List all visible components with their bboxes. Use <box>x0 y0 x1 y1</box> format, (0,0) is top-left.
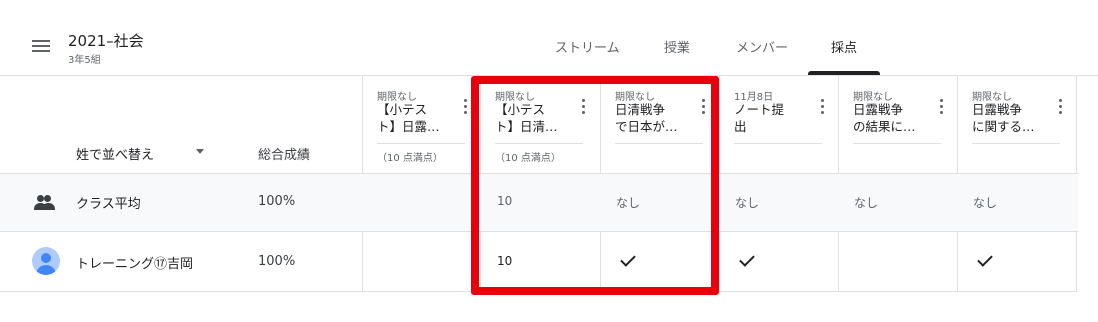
class-average-overall: 100% <box>258 194 296 209</box>
divider <box>972 143 1060 144</box>
class-section: 3年5組 <box>68 55 101 66</box>
tab-people[interactable]: メンバー <box>736 37 788 56</box>
more-vert-icon[interactable] <box>581 98 587 116</box>
sort-by-last-name-label[interactable]: 姓で並べ替え <box>76 144 154 163</box>
assignment-points: （10 点満点） <box>377 153 443 164</box>
active-tab-indicator <box>808 71 880 75</box>
assignment-title[interactable]: 【小テス ト】日露… <box>377 101 455 135</box>
hamburger-menu-icon[interactable] <box>32 38 52 54</box>
tab-stream[interactable]: ストリーム <box>555 37 620 56</box>
student-overall: 100% <box>258 254 296 269</box>
assignment-points: （10 点満点） <box>495 153 561 164</box>
assignment-column-5[interactable]: 期限なし 日露戦争 の結果に… <box>839 76 957 174</box>
people-icon <box>34 194 56 212</box>
tab-grades[interactable]: 採点 <box>831 37 857 56</box>
student-name[interactable]: トレーニング⑰吉岡 <box>76 253 193 272</box>
assignment-title[interactable]: 日露戦争 に関する… <box>972 101 1050 135</box>
check-icon[interactable] <box>976 257 990 266</box>
assignment-column-1[interactable]: 期限なし 【小テス ト】日露… （10 点満点） <box>363 76 481 174</box>
check-icon[interactable] <box>619 257 633 266</box>
divider <box>377 143 465 144</box>
assignment-column-6[interactable]: 期限なし 日露戦争 に関する… <box>958 76 1076 174</box>
average-cell: なし <box>854 196 879 210</box>
check-icon[interactable] <box>738 257 752 266</box>
top-header: 2021–社会 3年5組 ストリーム 授業 メンバー 採点 <box>0 0 1098 76</box>
tab-classwork[interactable]: 授業 <box>664 37 690 56</box>
grade-cell[interactable]: 10 <box>497 254 512 268</box>
divider <box>615 143 703 144</box>
assignment-column-4[interactable]: 11月8日 ノート提 出 <box>720 76 838 174</box>
grid-header-row: 姓で並べ替え 総合成績 期限なし 【小テス ト】日露… （10 点満点） 期限な… <box>0 76 1078 174</box>
avatar[interactable] <box>32 247 60 275</box>
more-vert-icon[interactable] <box>1058 98 1064 116</box>
class-average-label: クラス平均 <box>76 197 141 212</box>
more-vert-icon[interactable] <box>939 98 945 116</box>
divider <box>853 143 941 144</box>
average-cell: 10 <box>497 194 513 208</box>
class-average-row: クラス平均 100% 10 なし なし なし なし <box>0 174 1078 232</box>
average-cell: なし <box>735 196 760 210</box>
assignment-title[interactable]: ノート提 出 <box>734 101 812 135</box>
student-row[interactable]: トレーニング⑰吉岡 100% 10 <box>0 232 1078 292</box>
assignment-column-2[interactable]: 期限なし 【小テス ト】日清… （10 点満点） <box>481 76 599 174</box>
assignment-title[interactable]: 日清戦争 で日本が… <box>615 101 693 135</box>
assignment-title[interactable]: 【小テス ト】日清… <box>495 101 573 135</box>
assignment-column-3[interactable]: 期限なし 日清戦争 で日本が… <box>601 76 719 174</box>
divider <box>734 143 822 144</box>
dropdown-arrow-icon[interactable] <box>196 149 204 154</box>
average-cell: なし <box>973 196 998 210</box>
overall-grade-label: 総合成績 <box>258 148 311 163</box>
average-cell: なし <box>616 196 641 210</box>
assignment-title[interactable]: 日露戦争 の結果に… <box>853 101 931 135</box>
more-vert-icon[interactable] <box>820 98 826 116</box>
divider <box>495 143 583 144</box>
more-vert-icon[interactable] <box>463 98 469 116</box>
class-title[interactable]: 2021–社会 <box>68 30 144 51</box>
more-vert-icon[interactable] <box>701 98 707 116</box>
